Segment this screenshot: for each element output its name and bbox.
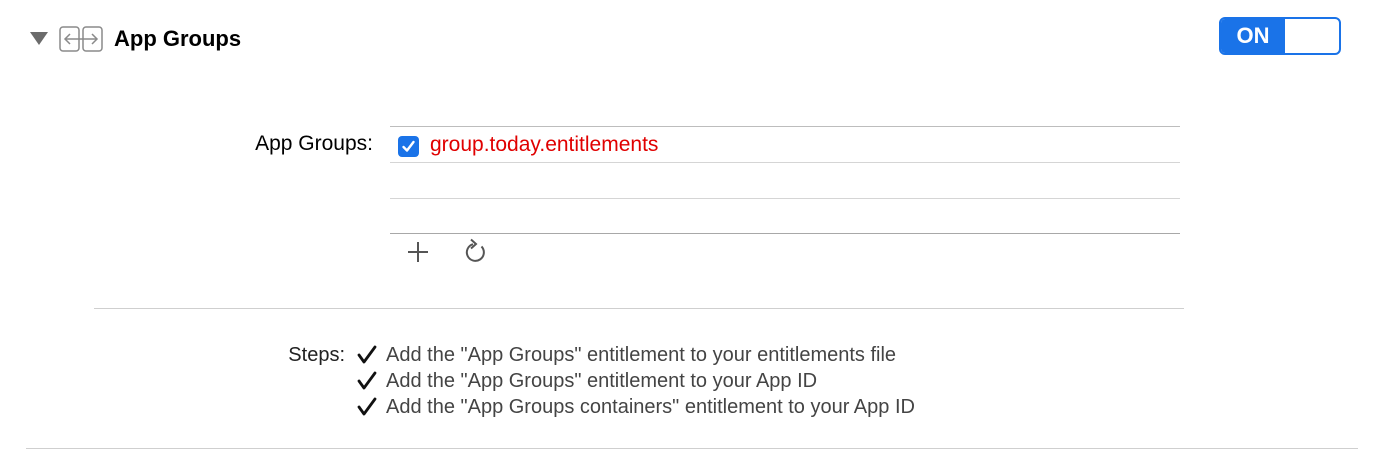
- section-title: App Groups: [114, 26, 242, 51]
- checkmark-icon: [402, 140, 415, 152]
- table-row[interactable]: [390, 162, 1180, 198]
- plus-icon[interactable]: [403, 236, 433, 266]
- step-item: Add the "App Groups" entitlement to your…: [356, 342, 915, 368]
- group-name: group.today.entitlements: [430, 133, 659, 156]
- capability-toggle[interactable]: ON: [1219, 17, 1341, 55]
- refresh-icon[interactable]: [460, 236, 490, 266]
- bottom-divider: [26, 448, 1358, 449]
- step-item: Add the "App Groups" entitlement to your…: [356, 368, 915, 394]
- step-text: Add the "App Groups" entitlement to your…: [386, 370, 818, 392]
- step-text: Add the "App Groups containers" entitlem…: [386, 396, 915, 418]
- group-checkbox[interactable]: [398, 136, 419, 157]
- checkmark-icon: [357, 371, 377, 390]
- checkmark-icon: [357, 397, 377, 416]
- table-row[interactable]: group.today.entitlements: [390, 126, 1180, 162]
- checkmark-icon: [357, 345, 377, 364]
- step-text: Add the "App Groups" entitlement to your…: [386, 344, 897, 366]
- app-groups-label: App Groups:: [255, 132, 373, 155]
- steps-label: Steps:: [288, 344, 345, 366]
- app-groups-icon: [59, 26, 103, 52]
- disclosure-triangle-icon[interactable]: [30, 32, 48, 45]
- section-divider: [94, 308, 1184, 309]
- toggle-on-label: ON: [1221, 19, 1285, 53]
- app-groups-table: group.today.entitlements: [390, 126, 1180, 234]
- table-row[interactable]: [390, 198, 1180, 234]
- step-item: Add the "App Groups containers" entitlem…: [356, 394, 915, 420]
- steps-list: Add the "App Groups" entitlement to your…: [356, 342, 915, 420]
